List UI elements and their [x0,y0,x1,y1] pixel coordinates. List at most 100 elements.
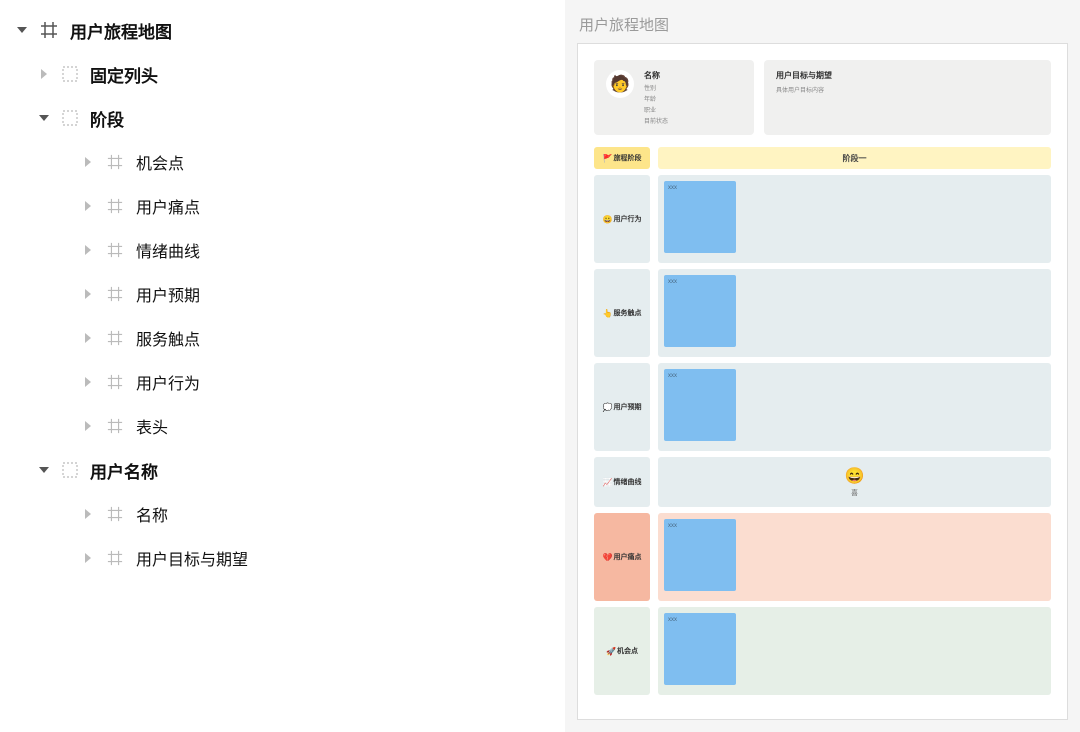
label-text: 情绪曲线 [613,477,641,487]
tree-item-goals[interactable]: 用户目标与期望 [4,536,561,580]
chevron-right-icon[interactable] [82,288,94,300]
frame-icon [106,373,124,391]
grid-row-behavior: 😀 用户行为 xxx [594,175,1051,263]
chevron-right-icon[interactable] [82,332,94,344]
emoji-icon: 😀 [603,215,613,224]
grid-header-stage[interactable]: 阶段一 [658,147,1051,169]
row-label[interactable]: 🚀 机会点 [594,607,650,695]
chevron-down-icon[interactable] [38,112,50,124]
tree-label: 用户痛点 [136,194,561,218]
sticky-note[interactable]: xxx [664,181,736,253]
journey-grid: 🚩 旅程阶段 阶段一 😀 用户行为 xxx 👆 服务触点 [594,147,1051,695]
tree-item-touchpoint[interactable]: 服务触点 [4,316,561,360]
grid-header-label[interactable]: 🚩 旅程阶段 [594,147,650,169]
tree-label: 阶段 [90,106,561,131]
canvas[interactable]: 🧑 名称 性别 年龄 职业 目前状态 用户目标与期望 具体用户目标内容 🚩 旅程… [577,43,1068,720]
chevron-right-icon[interactable] [82,244,94,256]
tree-item-chance[interactable]: 机会点 [4,140,561,184]
row-stage[interactable]: xxx [658,269,1051,357]
frame-icon [106,285,124,303]
tree-label: 用户目标与期望 [136,546,561,570]
frame-icon [106,197,124,215]
sticky-note[interactable]: xxx [664,519,736,591]
tree-label: 用户行为 [136,370,561,394]
tree-item-table-header[interactable]: 表头 [4,404,561,448]
row-stage[interactable]: xxx [658,175,1051,263]
persona-info: 名称 性别 年龄 职业 目前状态 [644,70,668,125]
grid-row-chance: 🚀 机会点 xxx [594,607,1051,695]
tree-item-painpoint[interactable]: 用户痛点 [4,184,561,228]
group-icon [62,66,78,82]
group-icon [62,110,78,126]
frame-icon [106,505,124,523]
persona-line: 目前状态 [644,116,668,125]
goals-card[interactable]: 用户目标与期望 具体用户目标内容 [764,60,1051,135]
tree-label: 情绪曲线 [136,238,561,262]
persona-card[interactable]: 🧑 名称 性别 年龄 职业 目前状态 [594,60,754,135]
row-stage[interactable]: xxx [658,607,1051,695]
tree-label: 用户预期 [136,282,561,306]
tree-item-emotion[interactable]: 情绪曲线 [4,228,561,272]
group-icon [62,462,78,478]
label-text: 用户行为 [613,214,641,224]
face-label: 喜 [851,488,858,498]
emoji-icon: 💔 [603,553,613,562]
goals-sub: 具体用户目标内容 [776,85,1039,94]
goals-title: 用户目标与期望 [776,70,1039,81]
tree-label: 用户名称 [90,458,561,483]
grid-row-touchpoint: 👆 服务触点 xxx [594,269,1051,357]
chevron-down-icon[interactable] [38,464,50,476]
tree-item-username[interactable]: 用户名称 [4,448,561,492]
tree-label: 名称 [136,502,561,526]
tree-item-behavior[interactable]: 用户行为 [4,360,561,404]
sticky-note[interactable]: xxx [664,369,736,441]
label-text: 机会点 [617,646,638,656]
row-stage[interactable]: 😄 喜 [658,457,1051,507]
chevron-right-icon[interactable] [82,376,94,388]
preview-panel: 用户旅程地图 🧑 名称 性别 年龄 职业 目前状态 用户目标与期望 具体用户目标… [565,0,1080,732]
grid-row-emotion-curve: 📈 情绪曲线 😄 喜 [594,457,1051,507]
emoji-icon: 🚀 [606,647,616,656]
persona-name: 名称 [644,70,668,81]
tree-item-stage[interactable]: 阶段 [4,96,561,140]
frame-icon [106,153,124,171]
grid-row-painpoint: 💔 用户痛点 xxx [594,513,1051,601]
tree-label: 固定列头 [90,62,561,87]
frame-icon [106,241,124,259]
avatar: 🧑 [606,70,634,98]
persona-line: 性别 [644,83,668,92]
row-label[interactable]: 💭 用户预期 [594,363,650,451]
row-label[interactable]: 😀 用户行为 [594,175,650,263]
grid-row-expectation: 💭 用户预期 xxx [594,363,1051,451]
row-label[interactable]: 📈 情绪曲线 [594,457,650,507]
chevron-right-icon[interactable] [38,68,50,80]
frame-icon [106,329,124,347]
persona-line: 年龄 [644,94,668,103]
row-stage[interactable]: xxx [658,363,1051,451]
row-label[interactable]: 💔 用户痛点 [594,513,650,601]
frame-icon [106,549,124,567]
chevron-right-icon[interactable] [82,200,94,212]
chevron-down-icon[interactable] [16,24,28,36]
row-stage[interactable]: xxx [658,513,1051,601]
sticky-note[interactable]: xxx [664,275,736,347]
header-cards: 🧑 名称 性别 年龄 职业 目前状态 用户目标与期望 具体用户目标内容 [594,60,1051,135]
label-text: 用户痛点 [613,552,641,562]
tree-item-expectation[interactable]: 用户预期 [4,272,561,316]
tree-item-name[interactable]: 名称 [4,492,561,536]
tree-label: 用户旅程地图 [70,18,561,43]
tree-label: 服务触点 [136,326,561,350]
tree-item-root[interactable]: 用户旅程地图 [4,8,561,52]
tree-item-fixed-header[interactable]: 固定列头 [4,52,561,96]
persona-line: 职业 [644,105,668,114]
chevron-right-icon[interactable] [82,508,94,520]
sticky-note[interactable]: xxx [664,613,736,685]
tree-label: 表头 [136,414,561,438]
flag-icon: 🚩 [603,154,613,163]
row-label[interactable]: 👆 服务触点 [594,269,650,357]
chevron-right-icon[interactable] [82,552,94,564]
chevron-right-icon[interactable] [82,420,94,432]
emoji-icon: 💭 [603,403,613,412]
chevron-right-icon[interactable] [82,156,94,168]
frame-icon [106,417,124,435]
